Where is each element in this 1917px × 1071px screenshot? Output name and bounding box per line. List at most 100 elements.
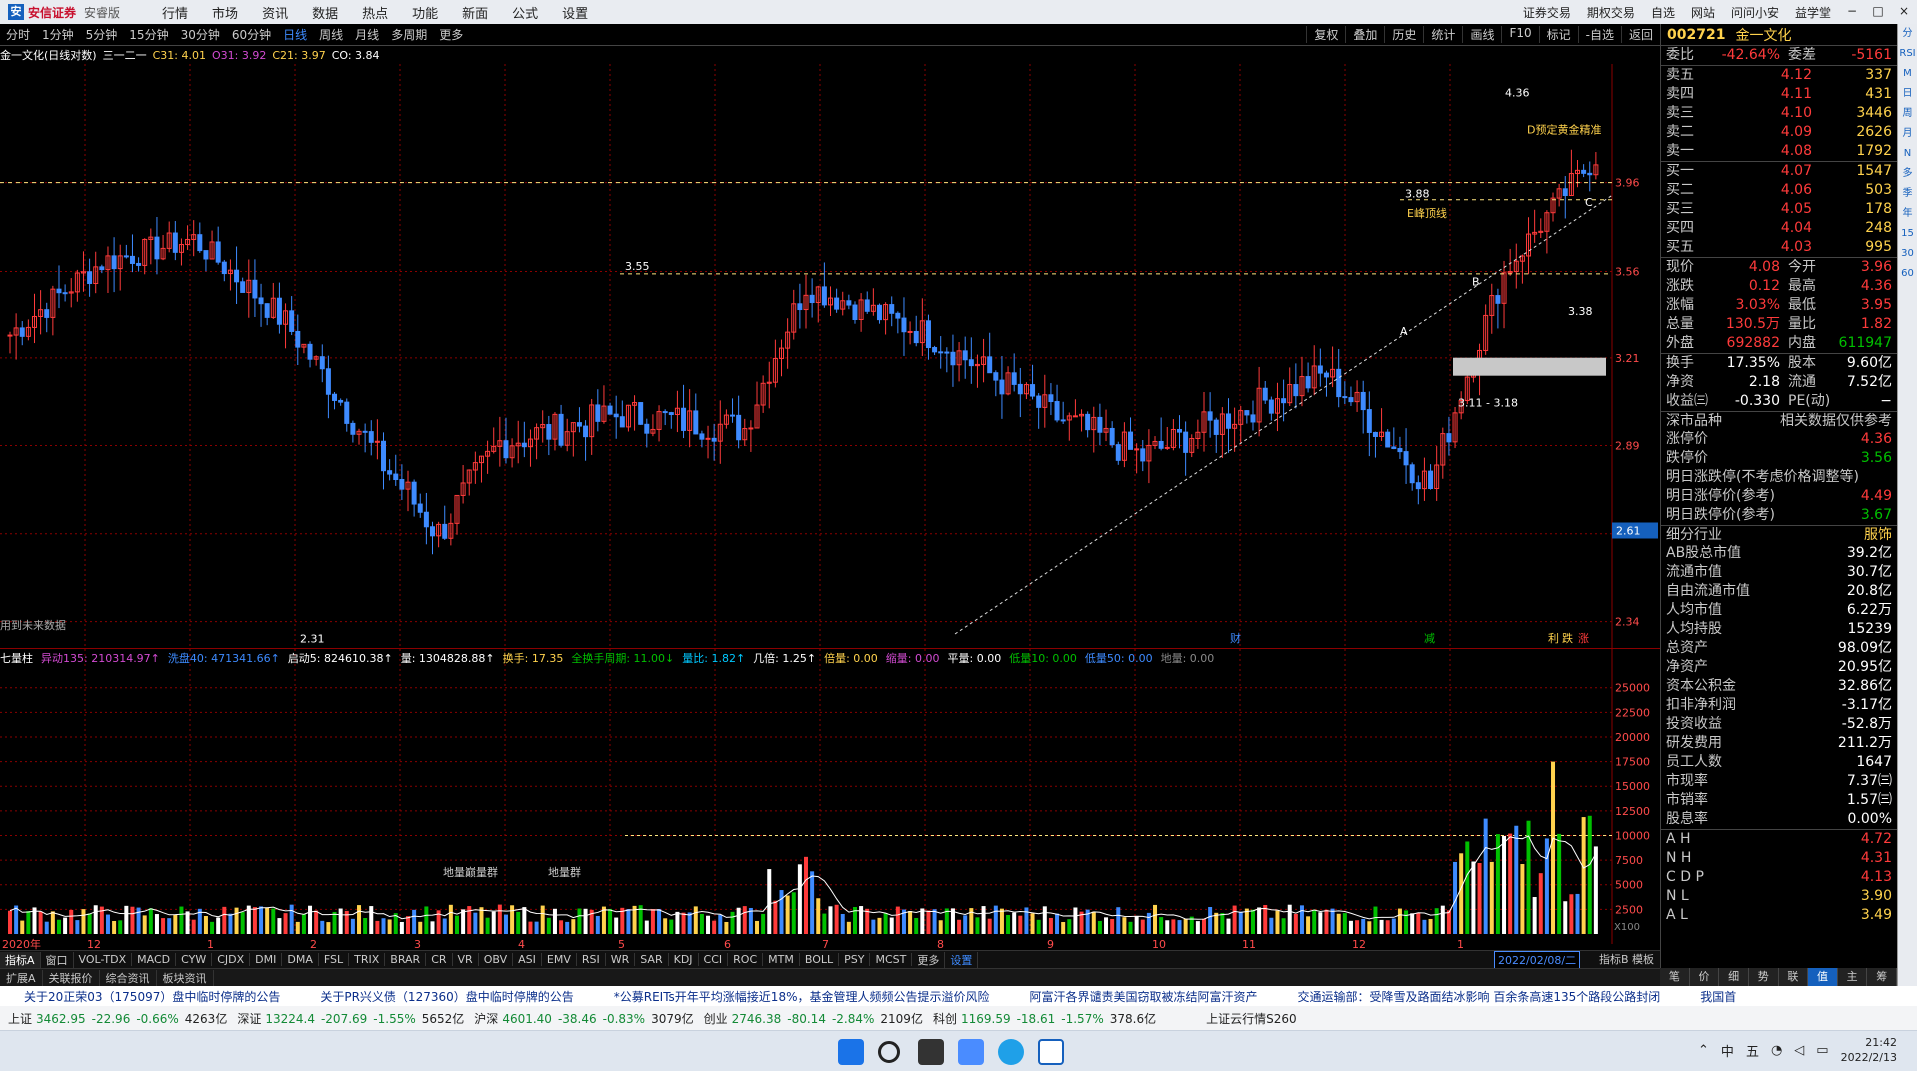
menu-watchlist[interactable]: 自选 — [1643, 4, 1683, 21]
period-multi[interactable]: 多周期 — [385, 26, 433, 43]
side-icon-10[interactable]: 15 — [1898, 224, 1917, 244]
side-icon-1[interactable]: RSI — [1898, 44, 1917, 64]
indicator-tab-10[interactable]: BRAR — [385, 953, 427, 966]
indicator-tab-4[interactable]: CYW — [176, 953, 213, 966]
tool-stats[interactable]: 统计 — [1423, 26, 1462, 43]
menu-item-hangqing[interactable]: 行情 — [150, 3, 200, 22]
menu-item-market[interactable]: 市场 — [200, 3, 250, 22]
tool-mark[interactable]: 标记 — [1538, 26, 1578, 43]
indicator-b-template[interactable]: 指标B 模板 — [1599, 951, 1654, 967]
side-icon-5[interactable]: 月 — [1898, 124, 1917, 144]
indicator-tab-8[interactable]: FSL — [319, 953, 350, 966]
menu-yixuetang[interactable]: 益学堂 — [1787, 4, 1839, 21]
indicator-tab-12[interactable]: VR — [453, 953, 479, 966]
quote-tab-6[interactable]: 主 — [1838, 968, 1868, 986]
period-daily[interactable]: 日线 — [277, 26, 313, 43]
indicator-tab-15[interactable]: EMV — [542, 953, 577, 966]
order-row-sell[interactable]: 卖三 4.10 3446 — [1661, 104, 1897, 123]
indicator-tab-20[interactable]: CCI — [699, 953, 729, 966]
order-row-sell[interactable]: 卖五 4.12 337 — [1661, 66, 1897, 85]
period-60min[interactable]: 60分钟 — [226, 26, 277, 43]
indicator-tab-0[interactable]: 指标A — [0, 951, 41, 968]
order-row-buy[interactable]: 买四 4.04 248 — [1661, 219, 1897, 238]
anxin-app-icon[interactable] — [1038, 1039, 1064, 1065]
indicator-tab-18[interactable]: SAR — [635, 953, 669, 966]
period-1min[interactable]: 1分钟 — [36, 26, 80, 43]
indicator-tab-14[interactable]: ASI — [513, 953, 542, 966]
close-button[interactable]: × — [1891, 4, 1917, 21]
quote-tab-3[interactable]: 势 — [1749, 968, 1779, 986]
period-15min[interactable]: 15分钟 — [123, 26, 174, 43]
extension-tab-2[interactable]: 综合资讯 — [100, 969, 157, 986]
menu-item-data[interactable]: 数据 — [300, 3, 350, 22]
indicator-tab-27[interactable]: 设置 — [945, 951, 979, 968]
quote-tab-4[interactable]: 联 — [1779, 968, 1809, 986]
indicator-tab-16[interactable]: RSI — [577, 953, 606, 966]
menu-item-settings[interactable]: 设置 — [550, 3, 600, 22]
indicator-tab-22[interactable]: MTM — [763, 953, 800, 966]
tool-history[interactable]: 历史 — [1384, 26, 1423, 43]
menu-option-trade[interactable]: 期权交易 — [1579, 4, 1643, 21]
quote-tab-5[interactable]: 值 — [1808, 968, 1838, 986]
indicator-tab-25[interactable]: MCST — [870, 953, 913, 966]
period-monthly[interactable]: 月线 — [349, 26, 385, 43]
quote-tab-7[interactable]: 筹 — [1867, 968, 1897, 986]
news-item[interactable]: 交通运输部：受降雪及路面结冰影响 百余条高速135个路段公路封闭 — [1274, 988, 1677, 1005]
menu-ask[interactable]: 问问小安 — [1723, 4, 1787, 21]
indicator-tab-9[interactable]: TRIX — [349, 953, 386, 966]
indicator-tab-3[interactable]: MACD — [132, 953, 177, 966]
ime-wubi[interactable]: 五 — [1746, 1041, 1759, 1060]
cloud-quote[interactable]: 上证云行情S260 — [1206, 1010, 1297, 1027]
side-icon-6[interactable]: N — [1898, 144, 1917, 164]
menu-item-news[interactable]: 资讯 — [250, 3, 300, 22]
indicator-tab-2[interactable]: VOL-TDX — [74, 953, 133, 966]
indicator-tab-23[interactable]: BOLL — [800, 953, 840, 966]
period-fenshi[interactable]: 分时 — [0, 26, 36, 43]
index-item[interactable]: 科创 1169.59 -18.61 -1.57% 378.6亿 — [933, 1010, 1156, 1027]
period-30min[interactable]: 30分钟 — [175, 26, 226, 43]
side-icon-4[interactable]: 周 — [1898, 104, 1917, 124]
windows-start-icon[interactable] — [838, 1039, 864, 1065]
minimize-button[interactable]: − — [1839, 4, 1865, 21]
battery-icon[interactable]: ▭ — [1816, 1043, 1828, 1058]
order-row-buy[interactable]: 买一 4.07 1547 — [1661, 162, 1897, 181]
index-item[interactable]: 上证 3462.95 -22.96 -0.66% 4263亿 — [0, 1010, 227, 1027]
menu-item-function[interactable]: 功能 — [400, 3, 450, 22]
order-row-buy[interactable]: 买三 4.05 178 — [1661, 200, 1897, 219]
edge-icon[interactable] — [998, 1039, 1024, 1065]
indicator-tab-6[interactable]: DMI — [250, 953, 283, 966]
side-icon-3[interactable]: 日 — [1898, 84, 1917, 104]
extension-tab-3[interactable]: 板块资讯 — [157, 969, 214, 986]
period-5min[interactable]: 5分钟 — [80, 26, 124, 43]
indicator-tab-17[interactable]: WR — [606, 953, 636, 966]
indicator-tab-19[interactable]: KDJ — [669, 953, 699, 966]
order-row-buy[interactable]: 买二 4.06 503 — [1661, 181, 1897, 200]
tool-overlay[interactable]: 叠加 — [1345, 26, 1384, 43]
news-item[interactable]: 关于20正荣03（175097）盘中临时停牌的公告 — [0, 988, 296, 1005]
side-icon-12[interactable]: 60 — [1898, 264, 1917, 284]
menu-stock-trade[interactable]: 证券交易 — [1515, 4, 1579, 21]
volume-icon[interactable]: ◁ — [1794, 1043, 1804, 1058]
tool-back[interactable]: 返回 — [1620, 26, 1660, 43]
tool-draw[interactable]: 画线 — [1462, 26, 1501, 43]
widgets-icon[interactable] — [958, 1039, 984, 1065]
order-row-sell[interactable]: 卖二 4.09 2626 — [1661, 123, 1897, 142]
side-icon-11[interactable]: 30 — [1898, 244, 1917, 264]
indicator-tab-1[interactable]: 窗口 — [41, 951, 74, 968]
quote-tab-2[interactable]: 细 — [1719, 968, 1749, 986]
vol-indicator-title[interactable]: 七量柱 — [0, 650, 33, 666]
menu-item-new[interactable]: 新面 — [450, 3, 500, 22]
task-view-icon[interactable] — [918, 1039, 944, 1065]
chevron-up-icon[interactable]: ⌃ — [1698, 1043, 1709, 1058]
news-item[interactable]: *公募REITs开年平均涨幅接近18%，基金管理人频频公告提示溢价风险 — [590, 988, 1006, 1005]
menu-item-hot[interactable]: 热点 — [350, 3, 400, 22]
tool-add-watch[interactable]: -自选 — [1577, 26, 1621, 43]
news-item[interactable]: 关于PR兴义债（127360）盘中临时停牌的公告 — [296, 988, 589, 1005]
ime-chinese[interactable]: 中 — [1721, 1041, 1734, 1060]
extension-tab-0[interactable]: 扩展A — [0, 969, 43, 986]
side-icon-0[interactable]: 分 — [1898, 24, 1917, 44]
tool-fuquan[interactable]: 复权 — [1306, 26, 1345, 43]
indicator-tab-7[interactable]: DMA — [282, 953, 319, 966]
tool-f10[interactable]: F10 — [1501, 26, 1538, 43]
wifi-icon[interactable]: ◔ — [1771, 1043, 1782, 1058]
